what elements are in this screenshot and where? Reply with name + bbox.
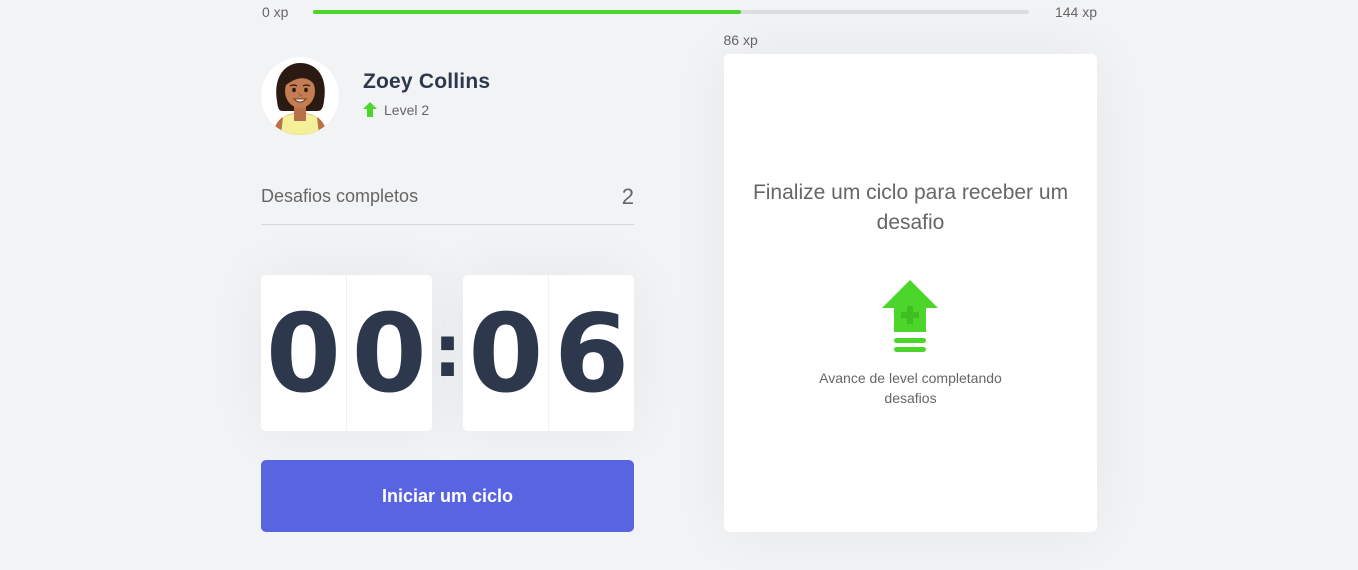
page: 0 xp 86 xp 144 xp Zoey Collins Level 2 D… <box>0 0 1358 570</box>
challenge-box-hint: Avance de level completando desafios <box>819 370 1002 406</box>
xp-fill <box>313 10 741 14</box>
profile-name: Zoey Collins <box>363 70 491 93</box>
xp-track: 86 xp <box>313 10 1029 48</box>
profile-level-label: Level 2 <box>384 102 430 118</box>
second-digit-ones: 6 <box>554 292 630 417</box>
countdown-seconds: 0 6 <box>463 275 635 431</box>
start-cycle-button[interactable]: Iniciar um ciclo <box>261 460 634 532</box>
avatar <box>261 57 339 135</box>
xp-min-label: 0 xp <box>262 4 289 20</box>
level-up-icon <box>882 280 938 352</box>
countdown-separator: : <box>433 309 462 393</box>
completed-challenges-count: 2 <box>621 184 634 209</box>
level-up-arrow-icon <box>363 102 377 117</box>
completed-challenges-label: Desafios completos <box>261 186 419 206</box>
challenge-box: Finalize um ciclo para receber um desafi… <box>724 54 1097 532</box>
challenge-box-title: Finalize um ciclo para receber um desafi… <box>752 181 1069 234</box>
minute-digit-ones: 0 <box>351 292 427 417</box>
second-digit-tens: 0 <box>463 275 550 431</box>
xp-max-label: 144 xp <box>1054 4 1097 20</box>
minute-digit-tens: 0 <box>261 275 347 431</box>
xp-current-label: 86 xp <box>723 32 758 48</box>
countdown-minutes: 0 0 <box>261 275 432 431</box>
profile: Zoey Collins Level 2 <box>261 56 490 136</box>
completed-challenges: Desafios completos 2 <box>261 176 634 225</box>
profile-info: Zoey Collins Level 2 <box>363 70 490 118</box>
experience-bar: 0 xp 86 xp 144 xp <box>261 0 1097 48</box>
avatar-image <box>261 57 339 135</box>
profile-level: Level 2 <box>363 102 490 118</box>
countdown: 0 0 : 0 6 <box>261 275 635 431</box>
